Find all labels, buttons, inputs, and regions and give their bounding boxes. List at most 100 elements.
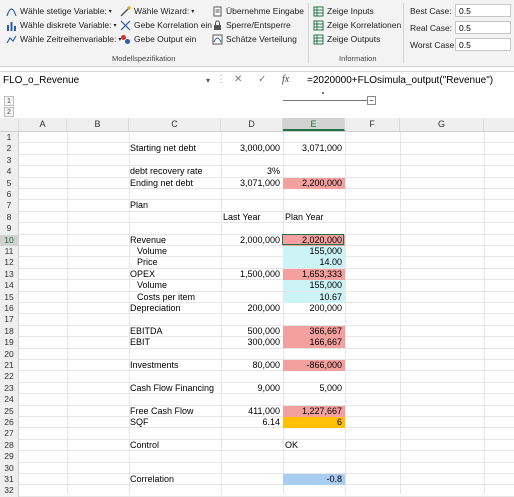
- cell-c18[interactable]: EBITDA: [130, 326, 163, 337]
- row-header[interactable]: 22: [0, 371, 19, 383]
- cell-e25[interactable]: 1,227,667: [283, 406, 342, 417]
- row-header[interactable]: 8: [0, 211, 19, 224]
- cell-e15[interactable]: 10.67: [283, 292, 342, 303]
- cell-c4[interactable]: debt recovery rate: [130, 166, 203, 177]
- worst-case-input[interactable]: 0.5: [455, 38, 511, 51]
- cell-c21[interactable]: Investments: [130, 360, 179, 371]
- cell-d26[interactable]: 6.14: [221, 417, 280, 428]
- cell-d10[interactable]: 2,000,000: [221, 235, 280, 246]
- cell-c26[interactable]: SQF: [130, 417, 149, 428]
- cell-d16[interactable]: 200,000: [221, 303, 280, 314]
- column-header-b[interactable]: B: [67, 118, 129, 131]
- row-header[interactable]: 6: [0, 189, 19, 201]
- row-header[interactable]: 24: [0, 394, 19, 406]
- row-header[interactable]: 30: [0, 462, 19, 474]
- column-header-f[interactable]: F: [345, 118, 400, 131]
- row-header[interactable]: 18: [0, 325, 19, 338]
- cell-d25[interactable]: 411,000: [221, 406, 280, 417]
- row-header[interactable]: 7: [0, 200, 19, 212]
- cell-e21[interactable]: -866,000: [283, 360, 342, 371]
- cell-c11[interactable]: Volume: [137, 246, 167, 257]
- column-header-e[interactable]: E: [283, 118, 345, 131]
- cell-c15[interactable]: Costs per item: [137, 292, 195, 303]
- lock-unlock-button[interactable]: Sperre/Entsperre: [212, 18, 291, 32]
- row-header[interactable]: 28: [0, 439, 19, 452]
- row-header[interactable]: 32: [0, 485, 19, 497]
- row-header[interactable]: 25: [0, 405, 19, 417]
- row-header[interactable]: 31: [0, 474, 19, 486]
- cell-d2[interactable]: 3,000,000: [221, 143, 280, 154]
- cell-c2[interactable]: Starting net debt: [130, 143, 196, 154]
- cell-e13[interactable]: 1,653,333: [283, 269, 342, 280]
- row-header[interactable]: 29: [0, 451, 19, 463]
- row-header[interactable]: 27: [0, 428, 19, 440]
- cell-c19[interactable]: EBIT: [130, 337, 150, 348]
- column-header-g[interactable]: G: [400, 118, 484, 131]
- cancel-icon[interactable]: ✕: [234, 74, 242, 85]
- row-header[interactable]: 3: [0, 154, 19, 167]
- column-header-a[interactable]: A: [19, 118, 67, 131]
- cell-c16[interactable]: Depreciation: [130, 303, 181, 314]
- row-header[interactable]: 13: [0, 268, 19, 281]
- name-box[interactable]: FLO_o_Revenue: [3, 74, 203, 88]
- cell-e11[interactable]: 155,000: [283, 246, 342, 257]
- cell-e26[interactable]: 6: [283, 417, 342, 428]
- cell-c23[interactable]: Cash Flow Financing: [130, 383, 214, 394]
- cell-e12[interactable]: 14.00: [283, 257, 342, 268]
- row-header[interactable]: 21: [0, 360, 19, 372]
- cell-c5[interactable]: Ending net debt: [130, 178, 193, 189]
- cell-c7[interactable]: Plan: [130, 200, 148, 211]
- row-header[interactable]: 10: [0, 234, 19, 246]
- cell-c13[interactable]: OPEX: [130, 269, 155, 280]
- row-header[interactable]: 5: [0, 177, 19, 189]
- row-header[interactable]: 1: [0, 132, 19, 144]
- more-options-icon[interactable]: ⋮: [216, 74, 226, 85]
- choose-continuous-variable-button[interactable]: Wähle stetige Variable: ▾: [6, 4, 112, 18]
- insert-function-icon[interactable]: fx: [282, 74, 289, 85]
- cell-d21[interactable]: 80,000: [221, 360, 280, 371]
- cell-d8[interactable]: Last Year: [223, 212, 282, 223]
- cell-e16[interactable]: 200,000: [283, 303, 342, 314]
- row-header[interactable]: 23: [0, 382, 19, 395]
- cell-d18[interactable]: 500,000: [221, 326, 280, 337]
- row-header[interactable]: 15: [0, 291, 19, 303]
- cell-e14[interactable]: 155,000: [283, 280, 342, 291]
- name-box-dropdown-icon[interactable]: ▾: [206, 76, 210, 85]
- enter-correlation-button[interactable]: Gebe Korrelation ein: [120, 18, 212, 32]
- enter-output-button[interactable]: Gebe Output ein: [120, 32, 196, 46]
- row-header[interactable]: 9: [0, 223, 19, 235]
- cell-e28[interactable]: OK: [285, 440, 344, 451]
- cell-c12[interactable]: Price: [137, 257, 158, 268]
- show-inputs-button[interactable]: Zeige Inputs: [313, 4, 374, 18]
- row-header[interactable]: 12: [0, 257, 19, 269]
- show-correlations-button[interactable]: Zeige Korrelationen: [313, 18, 401, 32]
- formula-input[interactable]: =2020000+FLOsimula_output("Revenue"): [307, 74, 493, 88]
- row-header[interactable]: 14: [0, 280, 19, 292]
- row-header[interactable]: 26: [0, 417, 19, 429]
- estimate-distribution-button[interactable]: Schätze Verteilung: [212, 32, 297, 46]
- row-header[interactable]: 16: [0, 303, 19, 315]
- choose-discrete-variable-button[interactable]: Wähle diskrete Variable: ▾: [6, 18, 117, 32]
- cell-c10[interactable]: Revenue: [130, 235, 166, 246]
- select-all-corner[interactable]: [0, 118, 19, 131]
- row-header[interactable]: 11: [0, 246, 19, 258]
- choose-timeseries-variable-button[interactable]: Wähle Zeitreihenvariable: ▾: [6, 32, 121, 46]
- cell-e18[interactable]: 366,667: [283, 326, 342, 337]
- cell-c31[interactable]: Correlation: [130, 474, 174, 485]
- row-header[interactable]: 2: [0, 143, 19, 155]
- cell-e19[interactable]: 166,667: [283, 337, 342, 348]
- row-header[interactable]: 4: [0, 166, 19, 178]
- cell-e2[interactable]: 3,071,000: [283, 143, 342, 154]
- cell-e8[interactable]: Plan Year: [285, 212, 344, 223]
- cell-c28[interactable]: Control: [130, 440, 159, 451]
- cell-c25[interactable]: Free Cash Flow: [130, 406, 194, 417]
- column-header-c[interactable]: C: [129, 118, 221, 131]
- cell-d19[interactable]: 300,000: [221, 337, 280, 348]
- show-outputs-button[interactable]: Zeige Outputs: [313, 32, 380, 46]
- row-header[interactable]: 20: [0, 348, 19, 360]
- cell-d23[interactable]: 9,000: [221, 383, 280, 394]
- cell-c14[interactable]: Volume: [137, 280, 167, 291]
- outline-level-2-button[interactable]: 2: [4, 107, 14, 117]
- cell-e23[interactable]: 5,000: [283, 383, 342, 394]
- cell-e31[interactable]: -0.8: [283, 474, 342, 485]
